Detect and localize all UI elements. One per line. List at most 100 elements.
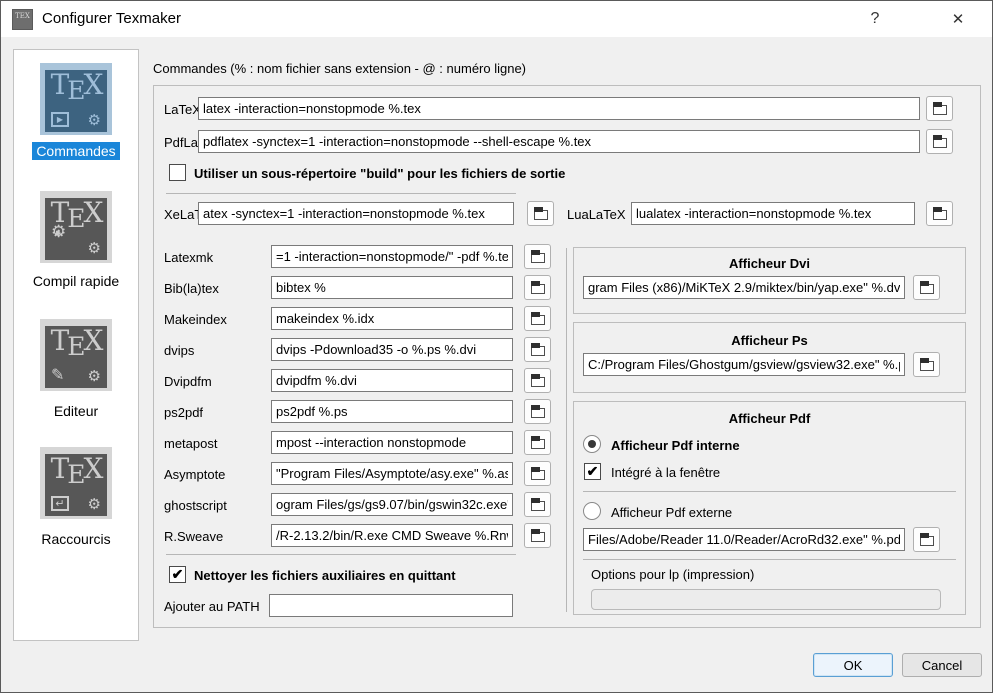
bibtex-browse-button[interactable] bbox=[524, 275, 551, 300]
makeindex-browse-button[interactable] bbox=[524, 306, 551, 331]
folder-icon bbox=[531, 377, 545, 387]
latex-command-input[interactable] bbox=[198, 97, 920, 120]
dvi-viewer-title: Afficheur Dvi bbox=[573, 256, 966, 271]
lualatex-browse-button[interactable] bbox=[926, 201, 953, 226]
folder-icon bbox=[531, 253, 545, 263]
folder-icon bbox=[531, 315, 545, 325]
ghostscript-command-input[interactable] bbox=[271, 493, 513, 516]
sidebar-item-compil-rapide-icon[interactable]: TEX ⚙▶ ⚙ bbox=[40, 191, 112, 263]
pdf-embed-checkbox[interactable]: ✔ bbox=[584, 463, 601, 480]
build-subdir-checkbox[interactable] bbox=[169, 164, 186, 181]
ps-viewer-browse-button[interactable] bbox=[913, 352, 940, 377]
pdf-internal-label: Afficheur Pdf interne bbox=[611, 438, 740, 453]
asymptote-label: Asymptote bbox=[164, 467, 225, 482]
lp-options-input bbox=[591, 589, 941, 610]
pdflatex-command-input[interactable] bbox=[198, 130, 920, 153]
gear-icon: ⚙ bbox=[88, 497, 101, 512]
pencil-icon: ✎ bbox=[51, 368, 64, 383]
latex-browse-button[interactable] bbox=[926, 96, 953, 121]
play-icon: ▶ bbox=[51, 112, 69, 127]
latexmk-browse-button[interactable] bbox=[524, 244, 551, 269]
lp-options-label: Options pour lp (impression) bbox=[591, 567, 754, 582]
folder-icon bbox=[531, 439, 545, 449]
metapost-label: metapost bbox=[164, 436, 217, 451]
asymptote-browse-button[interactable] bbox=[524, 461, 551, 486]
folder-icon bbox=[920, 361, 934, 371]
metapost-command-input[interactable] bbox=[271, 431, 513, 454]
folder-icon bbox=[531, 532, 545, 542]
cleanup-label: Nettoyer les fichiers auxiliaires en qui… bbox=[194, 568, 456, 583]
gear-play-icon: ⚙▶ bbox=[51, 222, 66, 241]
pdf-external-browse-button[interactable] bbox=[913, 527, 940, 552]
folder-icon bbox=[531, 346, 545, 356]
rsweave-browse-button[interactable] bbox=[524, 523, 551, 548]
folder-icon bbox=[933, 210, 947, 220]
sidebar-item-compil-rapide[interactable]: Compil rapide bbox=[14, 273, 138, 289]
ghostscript-browse-button[interactable] bbox=[524, 492, 551, 517]
makeindex-label: Makeindex bbox=[164, 312, 227, 327]
lualatex-command-input[interactable] bbox=[631, 202, 915, 225]
xelatex-command-input[interactable] bbox=[198, 202, 514, 225]
cancel-button[interactable]: Cancel bbox=[902, 653, 982, 677]
xelatex-browse-button[interactable] bbox=[527, 201, 554, 226]
folder-icon bbox=[531, 284, 545, 294]
bibtex-command-input[interactable] bbox=[271, 276, 513, 299]
sidebar-item-commandes[interactable]: Commandes bbox=[14, 143, 138, 159]
sidebar-item-commandes-icon[interactable]: TEX ▶ ⚙ bbox=[40, 63, 112, 135]
folder-icon bbox=[920, 536, 934, 546]
latexmk-command-input[interactable] bbox=[271, 245, 513, 268]
dvi-viewer-browse-button[interactable] bbox=[913, 275, 940, 300]
dvips-browse-button[interactable] bbox=[524, 337, 551, 362]
separator bbox=[583, 559, 956, 560]
pdflatex-browse-button[interactable] bbox=[926, 129, 953, 154]
metapost-browse-button[interactable] bbox=[524, 430, 551, 455]
sidebar-item-raccourcis-icon[interactable]: TEX ↵ ⚙ bbox=[40, 447, 112, 519]
folder-icon bbox=[933, 105, 947, 115]
folder-icon bbox=[920, 284, 934, 294]
pdf-embed-label: Intégré à la fenêtre bbox=[611, 465, 720, 480]
path-input[interactable] bbox=[269, 594, 513, 617]
ghostscript-label: ghostscript bbox=[164, 498, 227, 513]
tex-logo-icon: TEX ⚙▶ ⚙ bbox=[45, 198, 107, 260]
gear-icon: ⚙ bbox=[88, 369, 101, 384]
ok-button[interactable]: OK bbox=[813, 653, 893, 677]
ps-viewer-input[interactable] bbox=[583, 353, 905, 376]
ps2pdf-browse-button[interactable] bbox=[524, 399, 551, 424]
ps2pdf-label: ps2pdf bbox=[164, 405, 203, 420]
lualatex-label: LuaLaTeX bbox=[567, 207, 626, 222]
pdf-internal-radio[interactable] bbox=[583, 435, 601, 453]
separator bbox=[583, 491, 956, 492]
sidebar-item-editeur[interactable]: Editeur bbox=[14, 403, 138, 419]
tex-logo-icon: TEX ✎ ⚙ bbox=[45, 326, 107, 388]
separator bbox=[166, 193, 516, 194]
dvips-label: dvips bbox=[164, 343, 194, 358]
rsweave-command-input[interactable] bbox=[271, 524, 513, 547]
title-bar: TEX Configurer Texmaker ? ✕ bbox=[1, 1, 992, 37]
dvi-viewer-input[interactable] bbox=[583, 276, 905, 299]
separator bbox=[166, 554, 516, 555]
makeindex-command-input[interactable] bbox=[271, 307, 513, 330]
sidebar-item-raccourcis[interactable]: Raccourcis bbox=[14, 531, 138, 547]
app-icon: TEX bbox=[12, 9, 33, 30]
dvipdfm-command-input[interactable] bbox=[271, 369, 513, 392]
rsweave-label: R.Sweave bbox=[164, 529, 223, 544]
commands-group-title: Commandes (% : nom fichier sans extensio… bbox=[153, 61, 526, 76]
sidebar-item-editeur-icon[interactable]: TEX ✎ ⚙ bbox=[40, 319, 112, 391]
ps2pdf-command-input[interactable] bbox=[271, 400, 513, 423]
window-title: Configurer Texmaker bbox=[42, 10, 181, 27]
close-icon[interactable]: ✕ bbox=[936, 1, 980, 37]
dvipdfm-browse-button[interactable] bbox=[524, 368, 551, 393]
gear-icon: ⚙ bbox=[88, 113, 101, 128]
pdf-external-input[interactable] bbox=[583, 528, 905, 551]
return-icon: ↵ bbox=[51, 496, 69, 511]
dvips-command-input[interactable] bbox=[271, 338, 513, 361]
bibtex-label: Bib(la)tex bbox=[164, 281, 219, 296]
folder-icon bbox=[933, 138, 947, 148]
pdf-external-radio[interactable] bbox=[583, 502, 601, 520]
cleanup-checkbox[interactable]: ✔ bbox=[169, 566, 186, 583]
gear-icon: ⚙ bbox=[88, 241, 101, 256]
pdf-viewer-title: Afficheur Pdf bbox=[573, 411, 966, 426]
asymptote-command-input[interactable] bbox=[271, 462, 513, 485]
help-button[interactable]: ? bbox=[853, 1, 897, 37]
path-label: Ajouter au PATH bbox=[164, 599, 260, 614]
